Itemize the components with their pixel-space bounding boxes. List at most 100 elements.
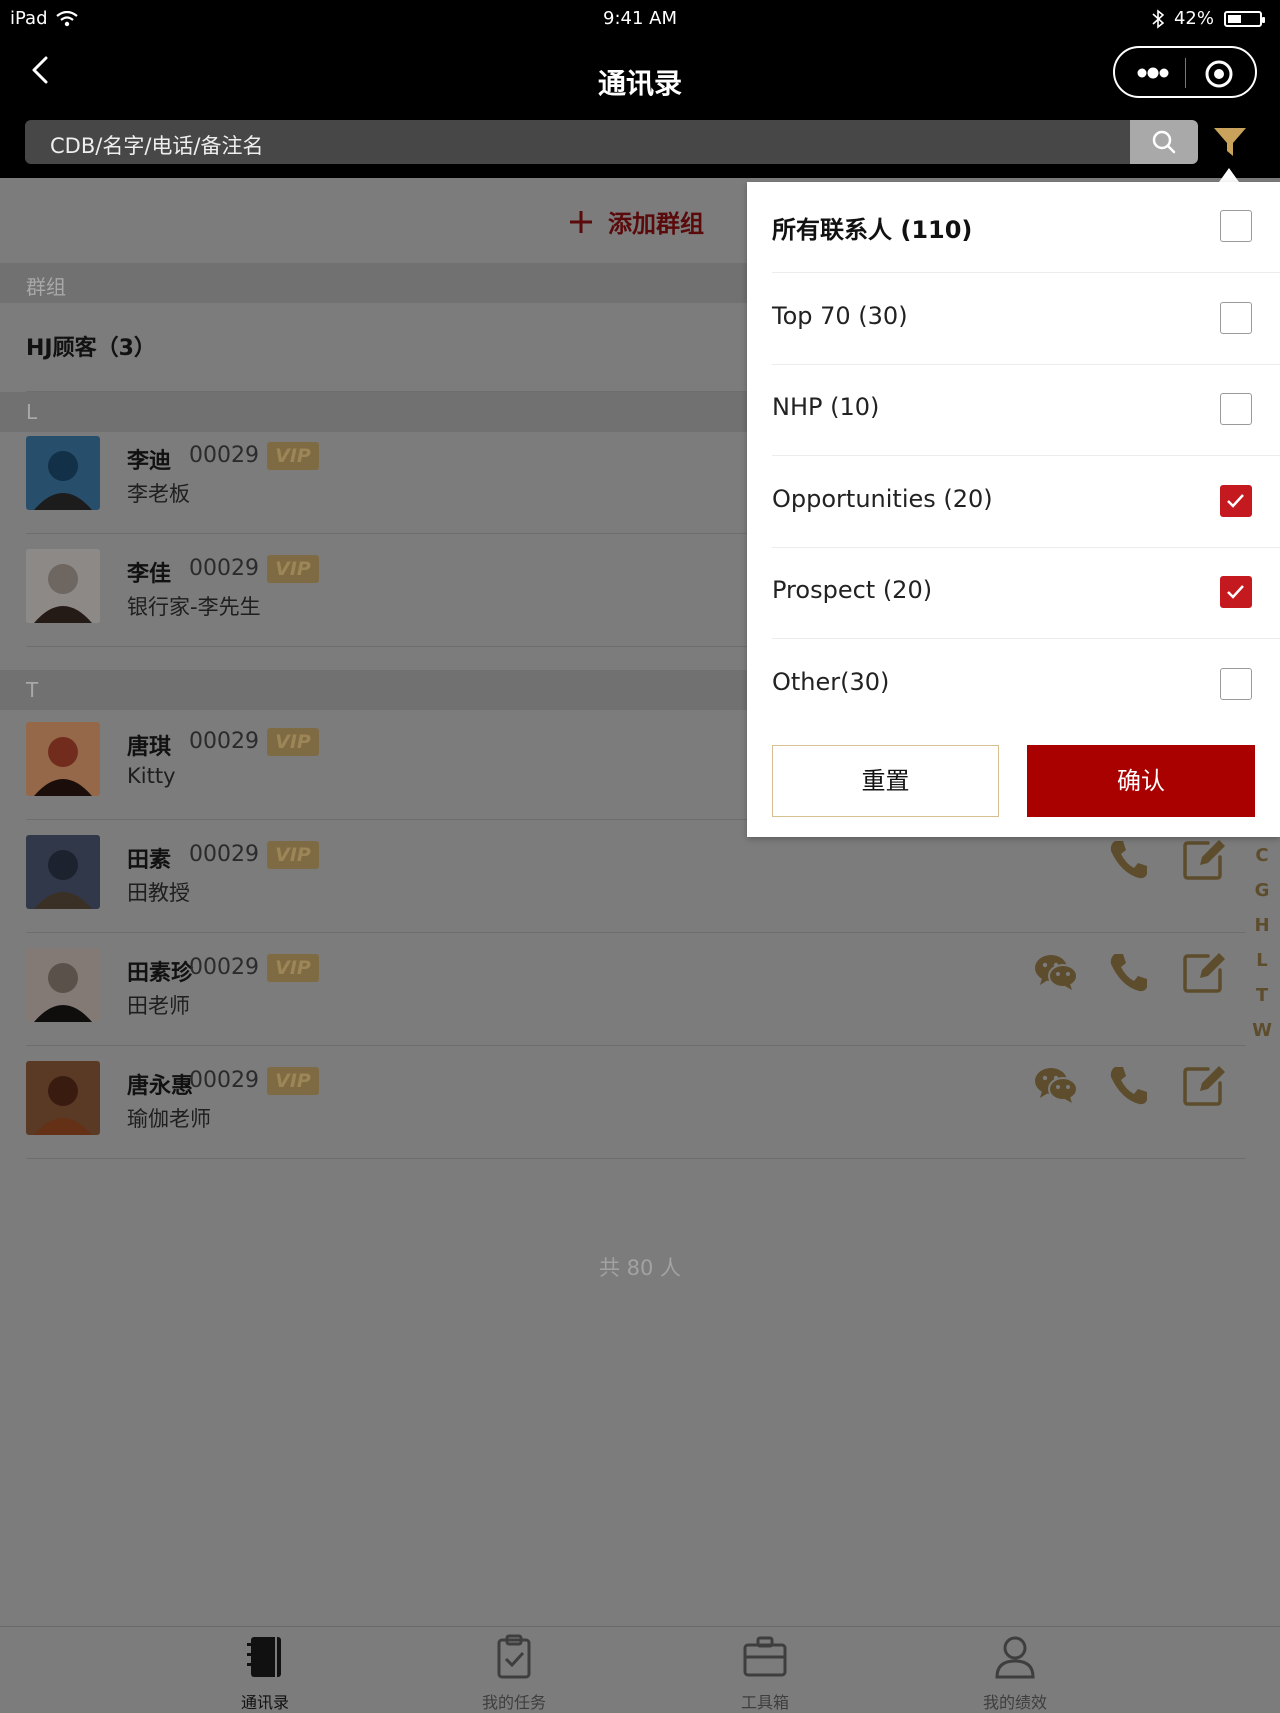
filter-option[interactable]: Top 70 (30) — [772, 274, 1280, 365]
plus-icon — [570, 210, 592, 233]
funnel-icon — [1214, 128, 1246, 156]
checkbox[interactable] — [1220, 210, 1252, 242]
group-item[interactable]: HJ顾客（3） — [26, 330, 156, 362]
phone-icon[interactable] — [1105, 1061, 1153, 1109]
total-count: 共 80 人 — [598, 1256, 682, 1280]
toolbox-icon — [743, 1636, 787, 1677]
vip-badge: VIP — [267, 954, 319, 982]
contact-row[interactable]: 田素珍 00029 VIP 田老师 — [0, 922, 1280, 1045]
bottom-tab-bar: 通讯录 我的任务 工具箱 我的绩效 — [0, 1626, 1280, 1712]
tab-contacts[interactable]: 通讯录 — [200, 1633, 330, 1713]
edit-icon[interactable] — [1180, 948, 1228, 996]
vip-badge: VIP — [267, 555, 319, 583]
checkmark-icon — [1227, 493, 1244, 508]
search-button[interactable] — [1130, 120, 1198, 164]
add-group-button[interactable]: 添加群组 — [568, 204, 704, 239]
tab-label: 我的绩效 — [982, 1693, 1047, 1712]
index-letter[interactable]: G — [1250, 873, 1274, 908]
tab-label: 通讯录 — [240, 1693, 289, 1712]
search-bar: CDB/名字/电话/备注名 — [0, 106, 1280, 178]
search-icon — [1152, 130, 1176, 154]
filter-option-label: Opportunities (20) — [772, 484, 993, 513]
contact-row[interactable]: 唐永惠 00029 VIP 瑜伽老师 — [0, 1035, 1280, 1158]
edit-icon[interactable] — [1180, 1061, 1228, 1109]
filter-option[interactable]: Other(30) — [772, 640, 1280, 731]
checkbox[interactable] — [1220, 301, 1252, 334]
filter-option-label: Other(30) — [772, 668, 890, 696]
battery-fill — [1228, 14, 1241, 23]
confirm-button[interactable]: 确认 — [1027, 745, 1255, 817]
checkbox[interactable] — [1220, 393, 1252, 426]
bluetooth-icon — [1152, 8, 1164, 29]
contact-code: 00029 — [189, 443, 259, 468]
search-input[interactable]: CDB/名字/电话/备注名 — [25, 120, 1130, 164]
index-letter[interactable]: L — [1250, 943, 1274, 978]
avatar — [26, 549, 100, 623]
contact-code: 00029 — [189, 955, 259, 980]
contact-name: 李佳 — [127, 562, 172, 587]
battery-icon — [1224, 10, 1265, 27]
more-options-button[interactable] — [1125, 52, 1181, 94]
contacts-book-icon — [247, 1637, 281, 1677]
checkbox[interactable] — [1220, 484, 1252, 517]
alphabet-index: CGHLTW — [1250, 838, 1274, 1048]
section-title: 群组 — [26, 275, 66, 299]
index-letter[interactable]: H — [1250, 908, 1274, 943]
task-clipboard-icon — [497, 1634, 531, 1679]
checkbox[interactable] — [1220, 576, 1252, 609]
reset-button[interactable]: 重置 — [772, 745, 999, 817]
miniprogram-capsule — [1113, 46, 1257, 98]
contact-remark: 银行家-李先生 — [127, 595, 261, 619]
avatar — [26, 835, 100, 909]
checkbox[interactable] — [1220, 668, 1252, 700]
index-letter[interactable]: C — [1250, 838, 1274, 873]
index-letter[interactable]: T — [1250, 978, 1274, 1013]
contact-code: 00029 — [189, 842, 259, 867]
tab-label: 工具箱 — [740, 1693, 789, 1712]
tab-toolbox[interactable]: 工具箱 — [700, 1633, 830, 1713]
filter-option-label: 所有联系人 (110) — [772, 216, 973, 244]
index-letter[interactable]: W — [1250, 1013, 1274, 1048]
avatar — [26, 722, 100, 796]
filter-panel-caret — [1219, 168, 1239, 182]
filter-button[interactable] — [1208, 122, 1252, 166]
avatar — [26, 1061, 100, 1135]
filter-option-label: NHP (10) — [772, 393, 880, 422]
filter-option[interactable]: Opportunities (20) — [772, 457, 1280, 548]
capsule-divider — [1185, 58, 1186, 88]
vip-badge: VIP — [267, 1067, 319, 1095]
add-group-label: 添加群组 — [608, 210, 704, 238]
phone-icon[interactable] — [1105, 948, 1153, 996]
tab-my-performance[interactable]: 我的绩效 — [950, 1633, 1080, 1713]
clock: 9:41 AM — [603, 8, 677, 29]
wechat-icon[interactable] — [1032, 948, 1080, 996]
battery-percent: 42% — [1173, 8, 1214, 29]
contact-code: 00029 — [189, 729, 259, 754]
close-miniprogram-button[interactable] — [1199, 54, 1239, 94]
vip-badge: VIP — [267, 442, 319, 470]
contact-name: 田素珍 — [127, 961, 194, 986]
user-profile-icon — [995, 1636, 1035, 1679]
contact-name: 唐永惠 — [127, 1074, 194, 1099]
phone-icon[interactable] — [1105, 835, 1153, 883]
tab-my-tasks[interactable]: 我的任务 — [449, 1633, 579, 1713]
filter-panel: 所有联系人 (110) Top 70 (30) NHP (10) Opportunit… — [747, 182, 1280, 837]
filter-option-label: Prospect (20) — [772, 576, 933, 605]
filter-option-label: Top 70 (30) — [772, 301, 908, 330]
filter-option[interactable]: 所有联系人 (110) — [772, 182, 1280, 273]
wechat-icon[interactable] — [1032, 1061, 1080, 1109]
filter-option[interactable]: Prospect (20) — [772, 548, 1280, 640]
filter-option[interactable]: NHP (10) — [772, 365, 1280, 457]
avatar — [26, 948, 100, 1022]
contact-name: 田素 — [127, 848, 172, 873]
contact-name: 李迪 — [127, 449, 172, 474]
checkmark-icon — [1227, 585, 1244, 600]
contact-code: 00029 — [189, 556, 259, 581]
contact-remark: 田教授 — [127, 881, 190, 905]
edit-icon[interactable] — [1180, 835, 1228, 883]
divider — [26, 1158, 1246, 1159]
vip-badge: VIP — [267, 728, 319, 756]
contact-name: 唐琪 — [127, 735, 172, 760]
contact-remark: 瑜伽老师 — [127, 1107, 211, 1131]
page-title: 通讯录 — [597, 67, 682, 100]
